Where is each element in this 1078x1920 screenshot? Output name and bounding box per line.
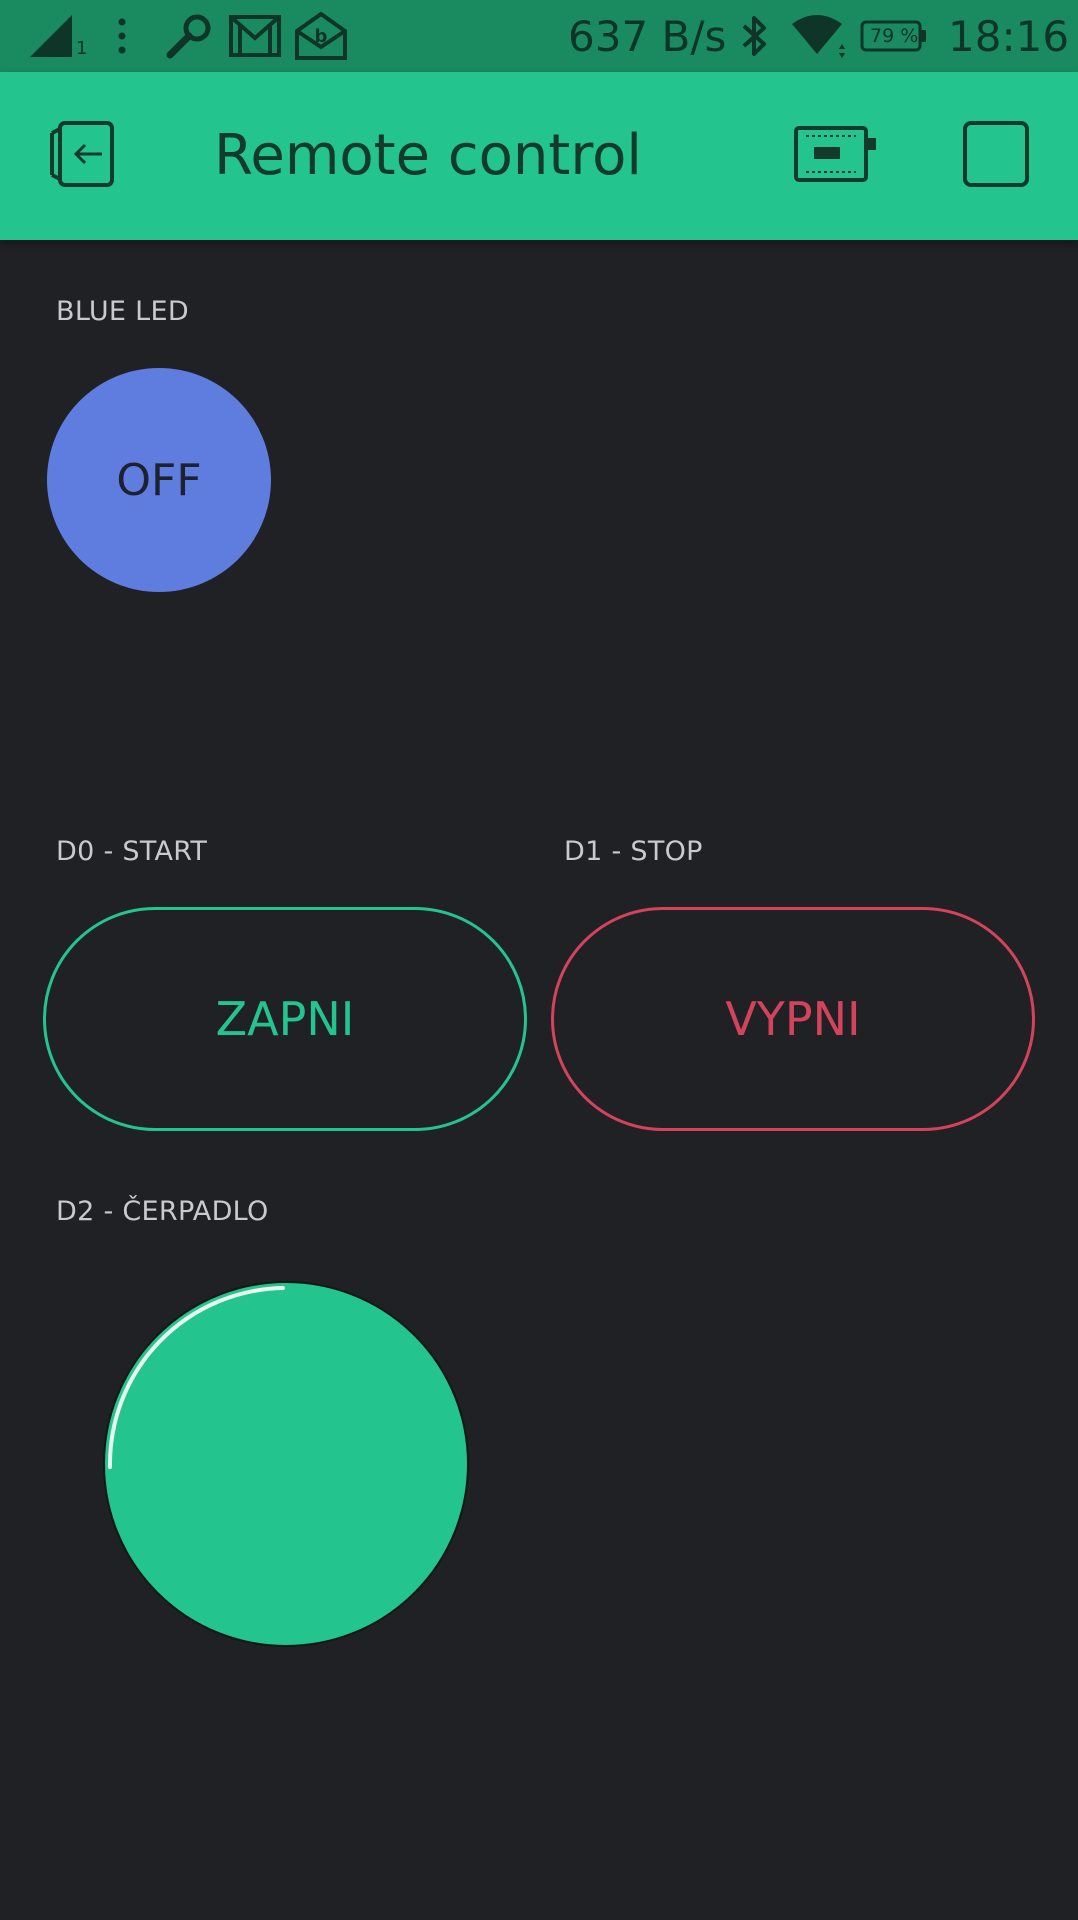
d1-stop-label: D1 - STOP: [564, 836, 703, 867]
exit-button[interactable]: [40, 112, 128, 200]
status-bar: 1 b 637 B/s 79 % 18:16: [0, 0, 1078, 72]
app-bar: Remote control: [0, 72, 1078, 240]
device-icon: [790, 122, 878, 190]
d2-pump-label: D2 - ČERPADLO: [56, 1196, 269, 1227]
clock-time: 18:16: [948, 12, 1070, 61]
pump-knob[interactable]: [102, 1280, 470, 1648]
network-speed: 637 B/s: [568, 12, 727, 61]
device-button[interactable]: [784, 112, 884, 200]
app-screen: 1 b 637 B/s 79 % 18:16 Remote control BL…: [0, 0, 1078, 1920]
page-title: Remote control: [214, 123, 642, 188]
stop-pin-button[interactable]: VYPNI: [551, 907, 1035, 1131]
email-icon: b: [294, 0, 348, 72]
stop-button[interactable]: [952, 112, 1040, 200]
start-button-label: ZAPNI: [215, 992, 355, 1046]
start-button[interactable]: ZAPNI: [43, 907, 527, 1131]
blue-led-button-label: OFF: [116, 454, 202, 506]
battery-percent: 79 %: [870, 25, 919, 47]
blue-led-button[interactable]: OFF: [47, 368, 271, 592]
bluetooth-icon: [740, 0, 770, 72]
wifi-icon: [790, 0, 848, 72]
gmail-icon: [228, 0, 282, 72]
exit-icon: [46, 119, 122, 193]
pump-knob-dial: [103, 1281, 469, 1647]
more-vert-icon: [112, 0, 132, 72]
signal-icon: [28, 0, 82, 72]
blue-led-label: BLUE LED: [56, 296, 189, 327]
d0-start-label: D0 - START: [56, 836, 208, 867]
stop-button-label: VYPNI: [725, 992, 861, 1046]
stop-square-icon: [961, 119, 1031, 193]
wrench-icon: [164, 0, 214, 72]
svg-text:b: b: [315, 26, 328, 47]
